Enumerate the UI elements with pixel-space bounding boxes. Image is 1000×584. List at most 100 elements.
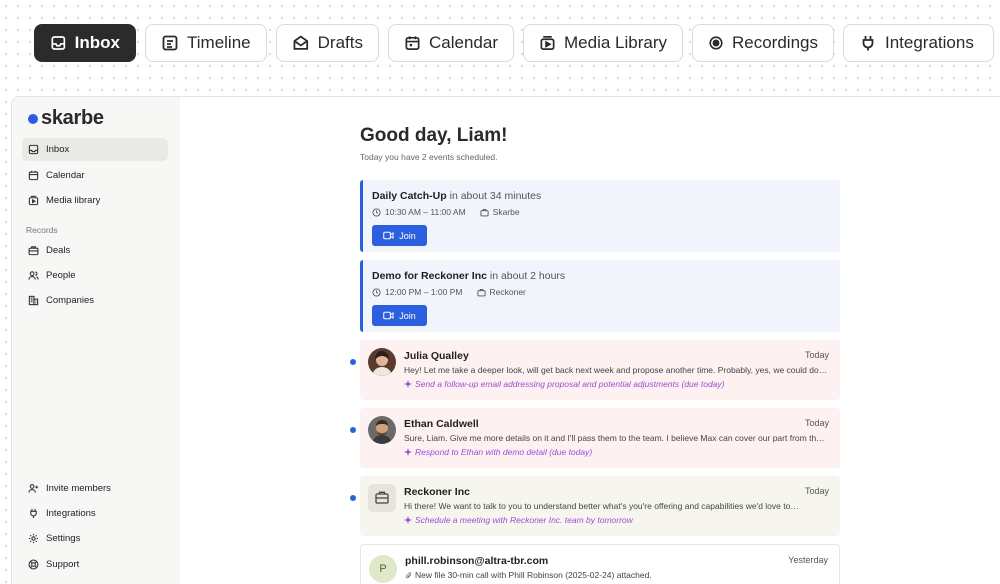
join-button[interactable]: Join — [372, 225, 427, 246]
tab-label: Inbox — [74, 33, 120, 52]
paperclip-icon — [405, 571, 412, 578]
tab-label: Media Library — [564, 33, 667, 52]
sidebar-item-label: Integrations — [46, 508, 96, 519]
tab-calendar[interactable]: Calendar — [388, 24, 514, 62]
records-section-label: Records — [26, 225, 58, 235]
tab-label: Calendar — [429, 33, 498, 52]
sidebar-item-calendar[interactable]: Calendar — [22, 164, 168, 187]
ai-suggestion[interactable]: Respond to Ethan with demo detail (due t… — [404, 447, 592, 457]
timeline-icon — [162, 35, 178, 51]
page-subtitle: Today you have 2 events scheduled. — [360, 152, 498, 162]
event-meta: 10:30 AM – 11:00 AM Skarbe — [372, 207, 520, 217]
ai-suggestion[interactable]: Schedule a meeting with Reckoner Inc. te… — [404, 515, 633, 525]
message-sender: Reckoner Inc — [404, 486, 470, 498]
sidebar-item-settings[interactable]: Settings — [22, 527, 168, 550]
message-preview-row: New file 30-min call with Phill Robinson… — [405, 570, 830, 580]
gear-icon — [28, 533, 39, 544]
message-date: Today — [804, 418, 829, 428]
unread-dot-icon — [350, 359, 356, 365]
sidebar-item-label: Settings — [46, 533, 81, 544]
message-date: Today — [804, 350, 829, 360]
briefcase-icon — [476, 288, 486, 296]
sidebar-item-label: Deals — [46, 245, 71, 256]
ai-suggestion-text: Send a follow-up email addressing propos… — [415, 379, 725, 389]
sidebar-item-label: Media library — [46, 195, 101, 206]
sidebar-item-label: Inbox — [46, 144, 70, 155]
sidebar-item-people[interactable]: People — [22, 264, 168, 287]
join-label: Join — [399, 230, 416, 241]
plug-icon — [30, 508, 37, 519]
page-title: Good day, Liam! — [360, 125, 508, 146]
message-preview: New file 30-min call with Phill Robinson… — [415, 570, 652, 580]
message-date: Today — [804, 486, 829, 496]
top-tab-bar: Inbox Timeline Drafts Calendar Media Lib… — [34, 24, 994, 62]
sidebar-item-label: Calendar — [46, 170, 85, 181]
tab-label: Drafts — [317, 33, 363, 52]
message-date: Yesterday — [788, 555, 828, 565]
sidebar-item-integrations[interactable]: Integrations — [22, 502, 168, 525]
message-sender: Julia Qualley — [404, 350, 469, 362]
clock-icon — [372, 207, 381, 217]
avatar — [368, 416, 396, 444]
sidebar-item-inbox[interactable]: Inbox — [22, 138, 168, 161]
message-sender: Ethan Caldwell — [404, 418, 479, 430]
event-card[interactable]: Demo for Reckoner Inc in about 2 hours 1… — [360, 260, 840, 332]
sidebar-item-companies[interactable]: Companies — [22, 289, 168, 312]
people-icon — [28, 271, 39, 280]
sidebar-item-support[interactable]: Support — [22, 553, 168, 576]
sidebar-item-media-library[interactable]: Media library — [22, 189, 168, 212]
inbox-icon — [51, 36, 66, 50]
record-icon — [709, 36, 723, 50]
tab-recordings[interactable]: Recordings — [692, 24, 834, 62]
join-button[interactable]: Join — [372, 305, 427, 326]
tab-drafts[interactable]: Drafts — [276, 24, 379, 62]
tab-integrations[interactable]: Integrations — [843, 24, 994, 62]
sidebar-item-label: People — [46, 270, 76, 281]
tab-timeline[interactable]: Timeline — [145, 24, 267, 62]
ai-suggestion-text: Schedule a meeting with Reckoner Inc. te… — [415, 515, 633, 525]
sparkle-icon — [404, 380, 412, 388]
ai-suggestion-text: Respond to Ethan with demo detail (due t… — [415, 447, 593, 457]
company-avatar — [368, 484, 396, 512]
drafts-icon — [293, 35, 309, 50]
event-card[interactable]: Daily Catch-Up in about 34 minutes 10:30… — [360, 180, 840, 252]
sidebar-item-deals[interactable]: Deals — [22, 239, 168, 262]
tab-label: Integrations — [885, 33, 974, 52]
tab-label: Timeline — [187, 33, 251, 52]
app-window: skarbe Inbox Calendar Media library Reco… — [11, 96, 1000, 584]
message-item[interactable]: Ethan Caldwell Today Sure, Liam. Give me… — [350, 408, 840, 468]
clock-icon — [372, 287, 381, 297]
sidebar-item-label: Support — [46, 559, 80, 570]
unread-dot-icon — [350, 427, 356, 433]
tab-inbox[interactable]: Inbox — [34, 24, 136, 62]
calendar-icon — [28, 170, 39, 181]
tab-media-library[interactable]: Media Library — [523, 24, 683, 62]
unread-dot-icon — [350, 495, 356, 501]
event-time: 10:30 AM – 11:00 AM — [385, 207, 466, 217]
message-preview: Sure, Liam. Give me more details on it a… — [404, 433, 829, 443]
sidebar-item-label: Companies — [46, 295, 95, 306]
sidebar-item-invite-members[interactable]: Invite members — [22, 477, 168, 500]
building-icon — [28, 295, 39, 306]
media-library-icon — [28, 195, 39, 206]
ai-suggestion[interactable]: Send a follow-up email addressing propos… — [404, 379, 725, 389]
event-title: Daily Catch-Up — [372, 190, 447, 202]
tab-label: Recordings — [732, 33, 818, 52]
user-plus-icon — [28, 484, 39, 493]
plug-icon — [862, 36, 874, 51]
sidebar: skarbe Inbox Calendar Media library Reco… — [12, 97, 180, 584]
video-icon — [383, 311, 394, 320]
message-item[interactable]: Reckoner Inc Today Hi there! We want to … — [350, 476, 840, 536]
briefcase-icon — [480, 208, 489, 216]
event-org: Skarbe — [492, 207, 520, 217]
message-item[interactable]: P phill.robinson@altra-tbr.com Yesterday… — [360, 544, 840, 584]
sparkle-icon — [404, 516, 412, 524]
message-item[interactable]: Julia Qualley Today Hey! Let me take a d… — [350, 340, 840, 400]
message-preview: Hey! Let me take a deeper look, will get… — [404, 365, 829, 375]
event-relative-time: in about 34 minutes — [449, 190, 542, 202]
brand-logo[interactable]: skarbe — [28, 107, 104, 130]
lifebuoy-icon — [28, 559, 39, 570]
message-preview: Hi there! We want to talk to you to unde… — [404, 501, 799, 511]
event-title-line: Demo for Reckoner Inc in about 2 hours — [372, 270, 565, 282]
event-time: 12:00 PM – 1:00 PM — [385, 287, 463, 297]
